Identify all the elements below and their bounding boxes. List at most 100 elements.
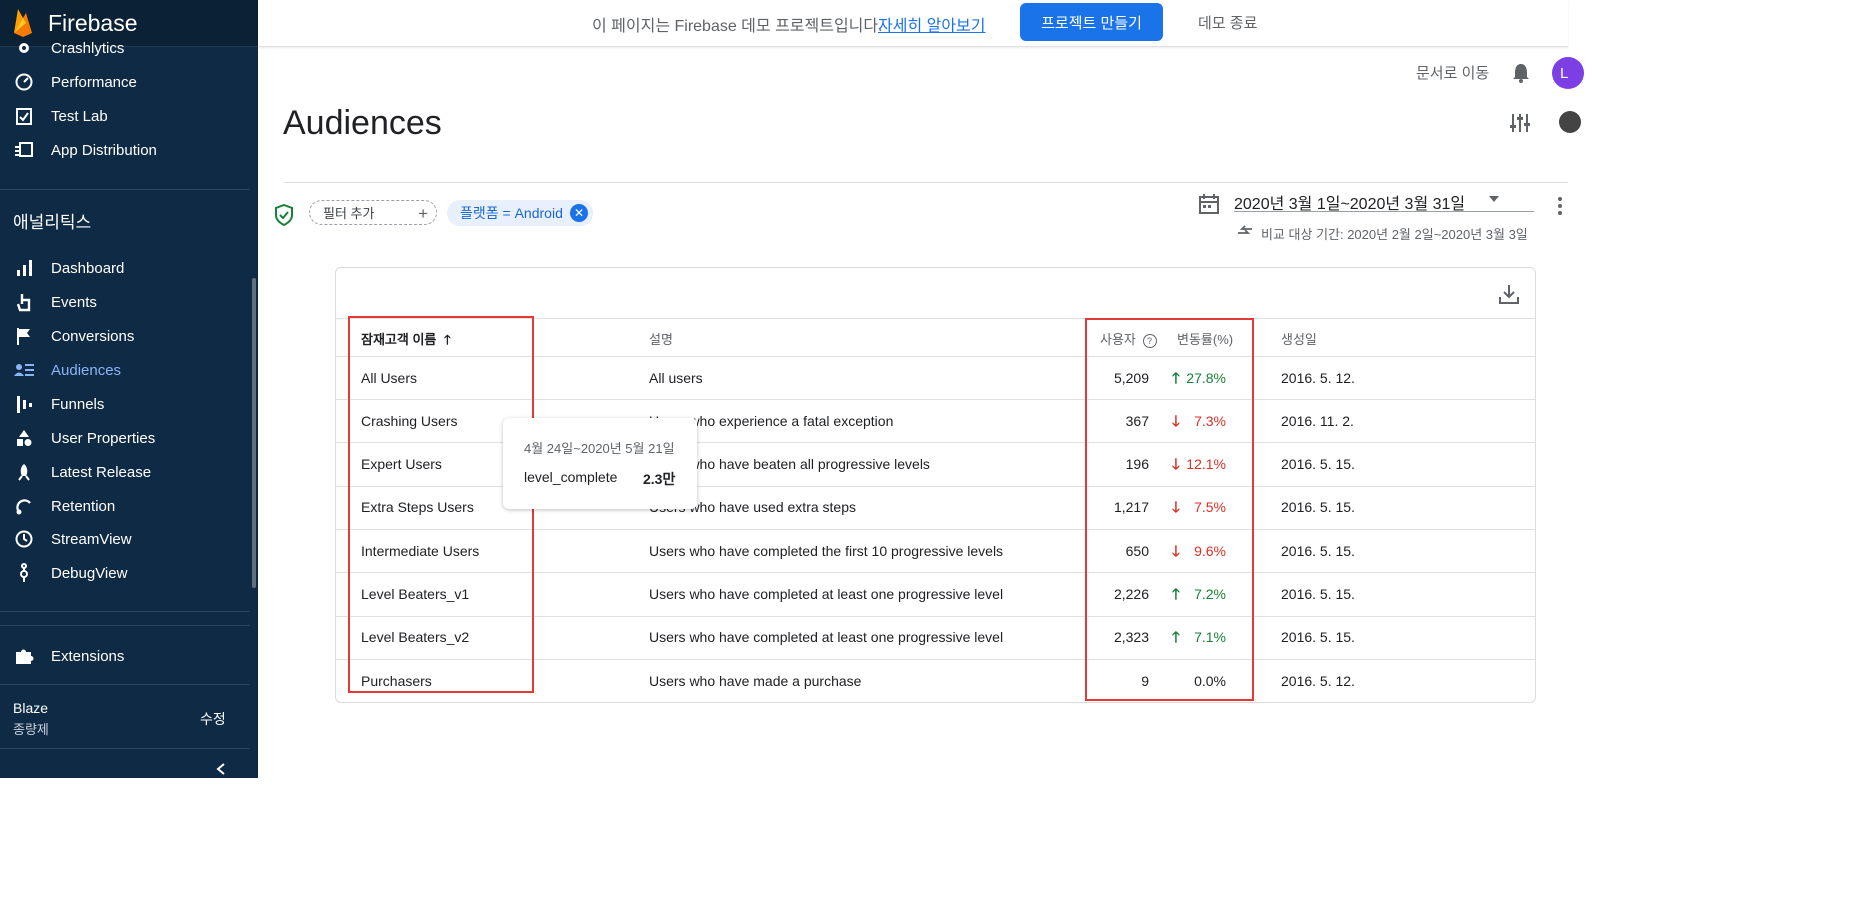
sidebar: Firebase Crashlytics Performance Test La…: [0, 0, 258, 778]
sidebar-item-label: Latest Release: [51, 463, 152, 481]
user-properties-icon: [12, 426, 36, 450]
sidebar-item-label: Conversions: [51, 327, 135, 345]
sidebar-scrollbar[interactable]: [252, 278, 256, 588]
sidebar-item-label: Crashlytics: [51, 39, 125, 57]
audience-created: 2016. 5. 15.: [1281, 499, 1355, 515]
sidebar-item-latest-release[interactable]: Latest Release: [0, 455, 250, 489]
sidebar-item-retention[interactable]: Retention: [0, 489, 250, 523]
highlight-box-users-column: [1085, 318, 1254, 701]
calendar-icon[interactable]: [1198, 193, 1220, 220]
sidebar-item-label: Dashboard: [51, 259, 125, 277]
tooltip-key: level_complete: [524, 469, 618, 485]
demo-banner: 이 페이지는 Firebase 데모 프로젝트입니다. 자세히 알아보기 프로젝…: [258, 0, 1568, 47]
help-icon[interactable]: [1559, 111, 1581, 133]
shield-check-icon: [274, 203, 294, 231]
sidebar-item-label: App Distribution: [51, 141, 157, 159]
sidebar-item-user-properties[interactable]: User Properties: [0, 421, 250, 455]
audience-created: 2016. 5. 12.: [1281, 673, 1355, 689]
close-icon[interactable]: ✕: [570, 204, 588, 222]
add-filter-label: 필터 추가: [323, 206, 375, 221]
tune-icon[interactable]: [1509, 112, 1531, 139]
audience-created: 2016. 5. 12.: [1281, 370, 1355, 386]
sidebar-item-test-lab[interactable]: Test Lab: [0, 99, 250, 133]
sidebar-divider: [0, 684, 250, 685]
sidebar-divider: [0, 748, 250, 749]
sidebar-item-label: User Properties: [51, 429, 156, 447]
sidebar-divider: [0, 625, 250, 626]
sidebar-item-extensions[interactable]: Extensions: [0, 639, 250, 673]
performance-icon: [12, 70, 36, 94]
sidebar-item-performance[interactable]: Performance: [0, 65, 250, 99]
audience-description: Users who have completed at least one pr…: [649, 586, 1004, 602]
plan-type: 종량제: [13, 722, 49, 737]
column-header-created[interactable]: 생성일: [1281, 329, 1317, 348]
sidebar-item-label: StreamView: [51, 530, 132, 548]
sidebar-item-debugview[interactable]: DebugView: [0, 556, 250, 590]
sidebar-item-label: Funnels: [51, 395, 105, 413]
plus-icon: +: [418, 204, 428, 223]
sidebar-item-label: Retention: [51, 497, 116, 515]
sidebar-item-app-distribution[interactable]: App Distribution: [0, 133, 250, 167]
funnels-icon: [12, 392, 36, 416]
tooltip-date: 4월 24일~2020년 5월 21일: [524, 441, 675, 456]
create-project-button[interactable]: 프로젝트 만들기: [1020, 3, 1163, 41]
go-to-docs-link[interactable]: 문서로 이동: [1416, 62, 1489, 83]
debug-icon: [12, 561, 36, 585]
bell-icon[interactable]: [1511, 62, 1531, 89]
chevron-down-icon[interactable]: [1489, 196, 1499, 202]
chevron-left-icon[interactable]: [214, 762, 228, 778]
sidebar-section-title: 애널리틱스: [13, 213, 92, 232]
audience-description: Users who have completed the first 10 pr…: [649, 543, 1004, 559]
audience-description: Users who have completed at least one pr…: [649, 629, 1004, 645]
compare-period: 비교 대상 기간: 2020년 2월 2일~2020년 3월 3일: [1261, 227, 1528, 242]
audience-description: Users who have made a purchase: [649, 673, 862, 689]
sidebar-item-audiences[interactable]: Audiences: [0, 353, 250, 387]
audiences-icon: [12, 358, 36, 382]
avatar[interactable]: L: [1552, 57, 1584, 89]
sidebar-item-events[interactable]: Events: [0, 285, 250, 319]
crashlytics-icon: [12, 36, 36, 60]
plan-edit-button[interactable]: 수정: [200, 709, 226, 729]
title-divider: [284, 182, 1568, 183]
extensions-icon: [12, 644, 36, 668]
page-title: Audiences: [283, 104, 442, 142]
sidebar-item-label: Events: [51, 293, 97, 311]
sidebar-item-crashlytics[interactable]: Crashlytics: [0, 31, 250, 65]
more-vert-icon[interactable]: [1556, 196, 1564, 221]
sidebar-item-label: DebugView: [51, 564, 128, 582]
audience-created: 2016. 5. 15.: [1281, 543, 1355, 559]
app-distribution-icon: [12, 138, 36, 162]
clock-icon: [12, 527, 36, 551]
audience-created: 2016. 11. 2.: [1281, 413, 1354, 429]
sidebar-item-label: Extensions: [51, 647, 125, 665]
learn-more-link[interactable]: 자세히 알아보기: [878, 12, 986, 36]
sidebar-item-label: Performance: [51, 73, 137, 91]
retention-icon: [12, 494, 36, 518]
sidebar-item-label: Audiences: [51, 361, 122, 379]
sidebar-item-dashboard[interactable]: Dashboard: [0, 251, 250, 285]
sidebar-item-label: Test Lab: [51, 107, 108, 125]
flag-icon: [12, 324, 36, 348]
audience-description: All users: [649, 370, 703, 386]
rocket-icon: [12, 460, 36, 484]
tooltip-value: 2.3만: [643, 471, 676, 487]
add-filter-button[interactable]: 필터 추가 +: [309, 200, 437, 225]
plan-name: Blaze: [13, 700, 49, 716]
sidebar-item-streamview[interactable]: StreamView: [0, 522, 250, 556]
sidebar-divider: [0, 189, 250, 190]
sidebar-item-funnels[interactable]: Funnels: [0, 387, 250, 421]
date-range-underline: [1234, 211, 1534, 212]
audience-created: 2016. 5. 15.: [1281, 456, 1355, 472]
platform-filter-chip[interactable]: 플랫폼 = Android ✕: [447, 200, 593, 226]
exit-demo-button[interactable]: 데모 종료: [1198, 12, 1257, 33]
events-icon: [12, 290, 36, 314]
audience-created: 2016. 5. 15.: [1281, 629, 1355, 645]
download-icon[interactable]: [1498, 283, 1520, 310]
sidebar-divider: [0, 611, 250, 612]
column-header-description[interactable]: 설명: [649, 329, 673, 348]
compare-arrows-icon: [1236, 224, 1254, 243]
banner-text: 이 페이지는 Firebase 데모 프로젝트입니다.: [592, 18, 883, 35]
filter-chip-label: 플랫폼 = Android: [460, 205, 563, 221]
sidebar-item-conversions[interactable]: Conversions: [0, 319, 250, 353]
audience-created: 2016. 5. 15.: [1281, 586, 1355, 602]
